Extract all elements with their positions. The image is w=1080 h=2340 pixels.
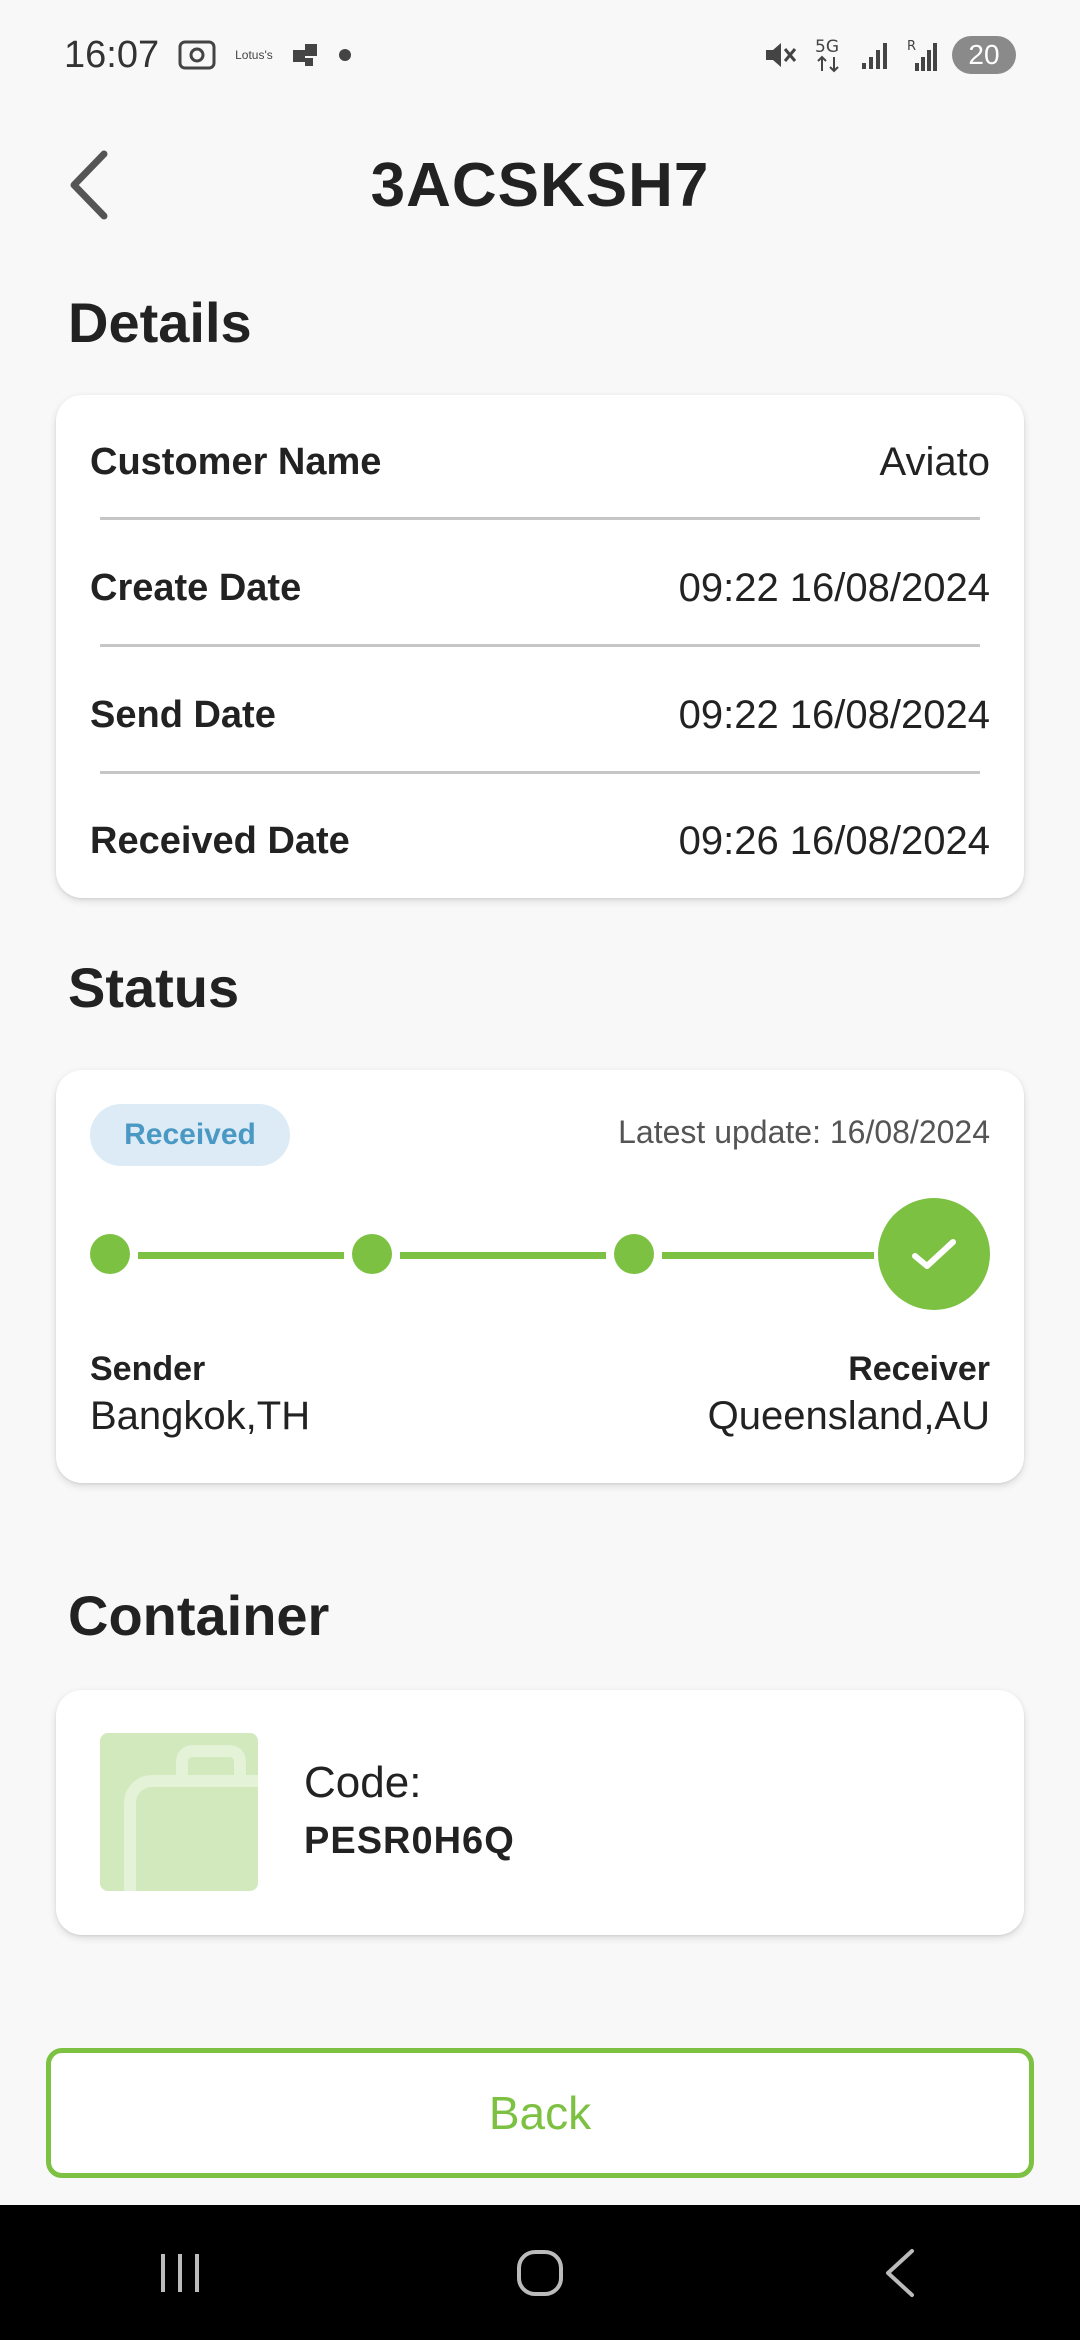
divider xyxy=(100,517,980,520)
checkmark-icon xyxy=(912,1239,956,1269)
progress-connector xyxy=(138,1252,344,1259)
container-section-title: Container xyxy=(68,1584,330,1647)
details-section-title: Details xyxy=(68,291,252,354)
receiver-label: Receiver xyxy=(848,1350,990,1388)
detail-value: 09:22 16/08/2024 xyxy=(678,565,990,610)
signal-icon xyxy=(860,39,892,71)
container-card: Code: PESR0H6Q xyxy=(56,1690,1024,1935)
shipment-detail-screen: 16:07 Lotus's 5G R 20 3ACSKSH7 Details C… xyxy=(0,0,1080,2340)
sender-location: Bangkok,TH xyxy=(90,1394,311,1438)
send-date-row: Send Date 09:22 16/08/2024 xyxy=(90,652,990,778)
received-date-row: Received Date 09:26 16/08/2024 xyxy=(90,778,990,904)
detail-label: Received Date xyxy=(90,819,350,862)
notification-app-icon xyxy=(291,40,321,70)
battery-icon: 20 xyxy=(952,36,1016,74)
status-badge: Received xyxy=(90,1104,290,1166)
detail-label: Create Date xyxy=(90,566,302,609)
detail-value: Aviato xyxy=(879,439,990,484)
home-button[interactable] xyxy=(470,2223,610,2323)
system-nav-bar xyxy=(0,2205,1080,2340)
detail-value: 09:26 16/08/2024 xyxy=(678,818,990,863)
back-arrow-button[interactable] xyxy=(58,150,118,220)
lotus-app-icon: Lotus's xyxy=(235,48,273,62)
system-back-button[interactable] xyxy=(830,2223,970,2323)
sender-label: Sender xyxy=(90,1350,206,1388)
progress-step-dot xyxy=(614,1234,654,1274)
page-title: 3ACSKSH7 xyxy=(370,150,710,220)
chevron-left-icon xyxy=(70,150,108,220)
container-thumbnail xyxy=(100,1733,258,1891)
roaming-signal-icon: R xyxy=(906,37,938,73)
divider xyxy=(100,644,980,647)
status-section-title: Status xyxy=(68,956,240,1019)
screenshot-icon xyxy=(177,37,217,73)
detail-label: Customer Name xyxy=(90,440,382,483)
recent-apps-button[interactable] xyxy=(110,2223,250,2323)
progress-complete-step xyxy=(878,1198,990,1310)
back-button[interactable]: Back xyxy=(46,2048,1034,2178)
detail-label: Send Date xyxy=(90,693,276,736)
status-bar: 16:07 Lotus's 5G R 20 xyxy=(0,0,1080,110)
customer-name-row: Customer Name Aviato xyxy=(90,399,990,525)
status-bar-right: 5G R 20 xyxy=(762,35,1016,75)
svg-text:5G: 5G xyxy=(815,37,839,57)
status-bar-left: 16:07 Lotus's xyxy=(64,34,351,77)
notification-dot-icon xyxy=(338,49,351,61)
container-code-label: Code: xyxy=(304,1758,422,1807)
container-code-value: PESR0H6Q xyxy=(304,1820,515,1862)
network-5g-icon: 5G xyxy=(812,35,846,75)
receiver-location: Queensland,AU xyxy=(707,1394,990,1438)
svg-text:R: R xyxy=(907,39,916,54)
back-icon xyxy=(886,2248,914,2297)
progress-connector xyxy=(400,1252,606,1259)
status-card: Received Latest update: 16/08/2024 Sende… xyxy=(56,1070,1024,1483)
status-time: 16:07 xyxy=(64,33,160,76)
detail-value: 09:22 16/08/2024 xyxy=(678,692,990,737)
create-date-row: Create Date 09:22 16/08/2024 xyxy=(90,525,990,651)
progress-connector xyxy=(662,1252,874,1259)
recent-apps-icon xyxy=(161,2253,199,2292)
progress-step-dot xyxy=(90,1234,130,1274)
latest-update-text: Latest update: 16/08/2024 xyxy=(618,1114,990,1150)
home-icon xyxy=(517,2249,563,2296)
details-card: Customer Name Aviato Create Date 09:22 1… xyxy=(56,395,1024,898)
mute-icon xyxy=(762,37,798,73)
divider xyxy=(100,771,980,774)
briefcase-icon xyxy=(124,1745,258,1891)
progress-step-dot xyxy=(352,1234,392,1274)
app-header: 3ACSKSH7 xyxy=(0,130,1080,240)
